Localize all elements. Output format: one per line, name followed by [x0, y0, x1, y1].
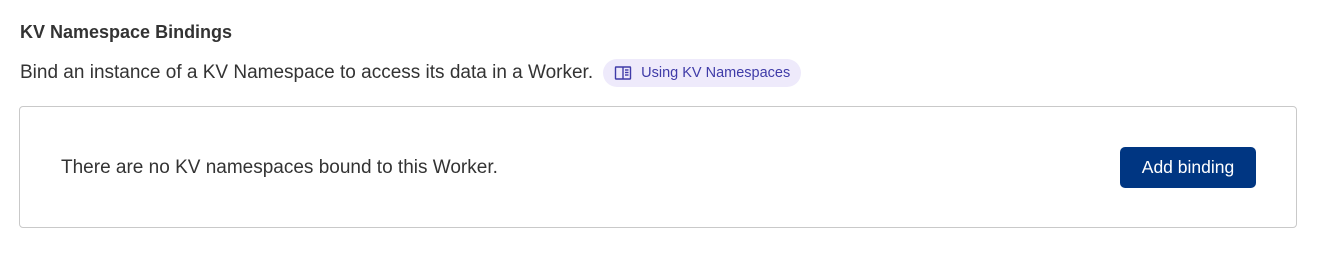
add-binding-button[interactable]: Add binding [1120, 147, 1256, 188]
section-title: KV Namespace Bindings [20, 22, 233, 42]
docs-link-pill[interactable]: Using KV Namespaces [603, 59, 802, 87]
section-description: Bind an instance of a KV Namespace to ac… [20, 62, 594, 83]
kv-bindings-section: KV Namespace Bindings Bind an instance o… [0, 0, 1329, 258]
docs-link-label: Using KV Namespaces [641, 65, 791, 81]
description-row: Bind an instance of a KV Namespace to ac… [20, 59, 802, 87]
bindings-card: There are no KV namespaces bound to this… [19, 106, 1297, 228]
book-icon [614, 64, 632, 82]
empty-state-message: There are no KV namespaces bound to this… [61, 157, 498, 178]
